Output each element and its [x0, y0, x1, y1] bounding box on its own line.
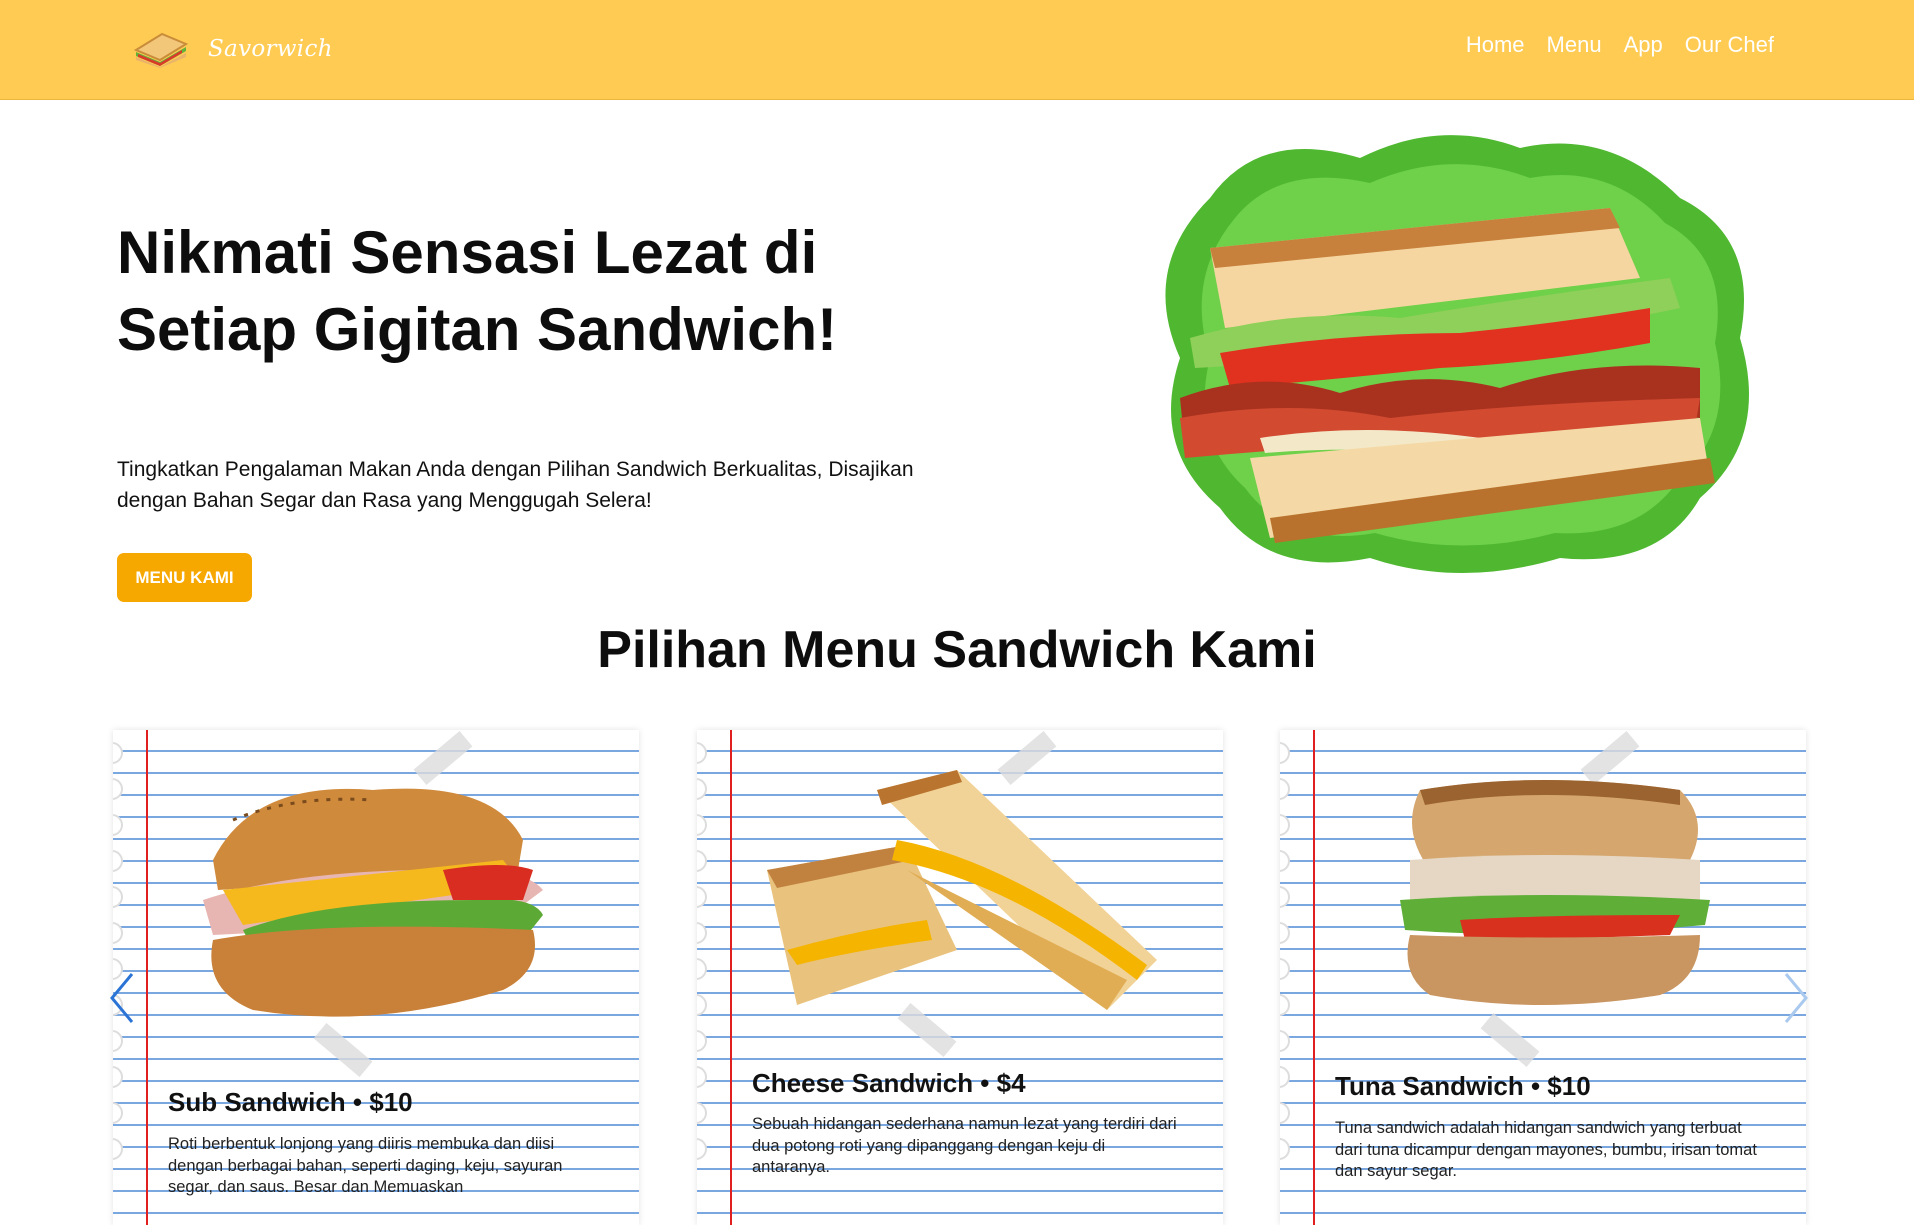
paper-holes	[697, 742, 715, 1222]
card-description: Sebuah hidangan sederhana namun lezat ya…	[752, 1115, 1177, 1176]
hero-description: Tingkatkan Pengalaman Makan Anda dengan …	[117, 458, 914, 512]
carousel-next-arrow-icon[interactable]	[1780, 970, 1812, 1026]
nav-link-app[interactable]: App	[1624, 32, 1663, 58]
sub-sandwich-image	[203, 788, 543, 1017]
card-description: Tuna sandwich adalah hidangan sandwich y…	[1335, 1119, 1757, 1180]
hero-sandwich-image	[1165, 135, 1749, 573]
paper-margin-line	[730, 730, 732, 1225]
menu-card-tuna-sandwich[interactable]: Tuna Sandwich • $10 Tuna sandwich adalah…	[1280, 730, 1806, 1225]
nav-link-our-chef[interactable]: Our Chef	[1685, 32, 1774, 58]
card-title: Cheese Sandwich • $4	[752, 1068, 1026, 1098]
nav-link-home[interactable]: Home	[1466, 32, 1525, 58]
card-title: Tuna Sandwich • $10	[1335, 1071, 1591, 1101]
carousel-prev-arrow-icon[interactable]	[106, 970, 138, 1026]
hero-title-line-1: Nikmati Sensasi Lezat di	[117, 219, 818, 286]
tuna-sandwich-image	[1400, 780, 1710, 1005]
nav-link-menu[interactable]: Menu	[1547, 32, 1602, 58]
paper-holes	[1280, 742, 1298, 1222]
nav-links: Home Menu App Our Chef	[1466, 32, 1774, 58]
brand-name: Savorwich	[208, 36, 333, 62]
menu-card-sub-sandwich[interactable]: Sub Sandwich • $10 Roti berbentuk lonjon…	[113, 730, 639, 1225]
cheese-sandwich-image	[767, 770, 1157, 1010]
navbar: Savorwich Home Menu App Our Chef	[0, 0, 1914, 100]
hero-title-line-2: Setiap Gigitan Sandwich!	[117, 296, 838, 363]
hero-title: Nikmati Sensasi Lezat di Setiap Gigitan …	[117, 214, 1017, 368]
card-title: Sub Sandwich • $10	[168, 1087, 413, 1117]
paper-margin-line	[1313, 730, 1315, 1225]
brand[interactable]: Savorwich	[132, 30, 333, 68]
paper-margin-line	[146, 730, 148, 1225]
menu-section-title: Pilihan Menu Sandwich Kami	[597, 621, 1317, 679]
menu-card-cheese-sandwich[interactable]: Cheese Sandwich • $4 Sebuah hidangan sed…	[697, 730, 1223, 1225]
sandwich-logo-icon	[133, 32, 189, 68]
card-description: Roti berbentuk lonjong yang diiris membu…	[168, 1135, 563, 1196]
menu-kami-button[interactable]: MENU KAMI	[117, 553, 252, 602]
